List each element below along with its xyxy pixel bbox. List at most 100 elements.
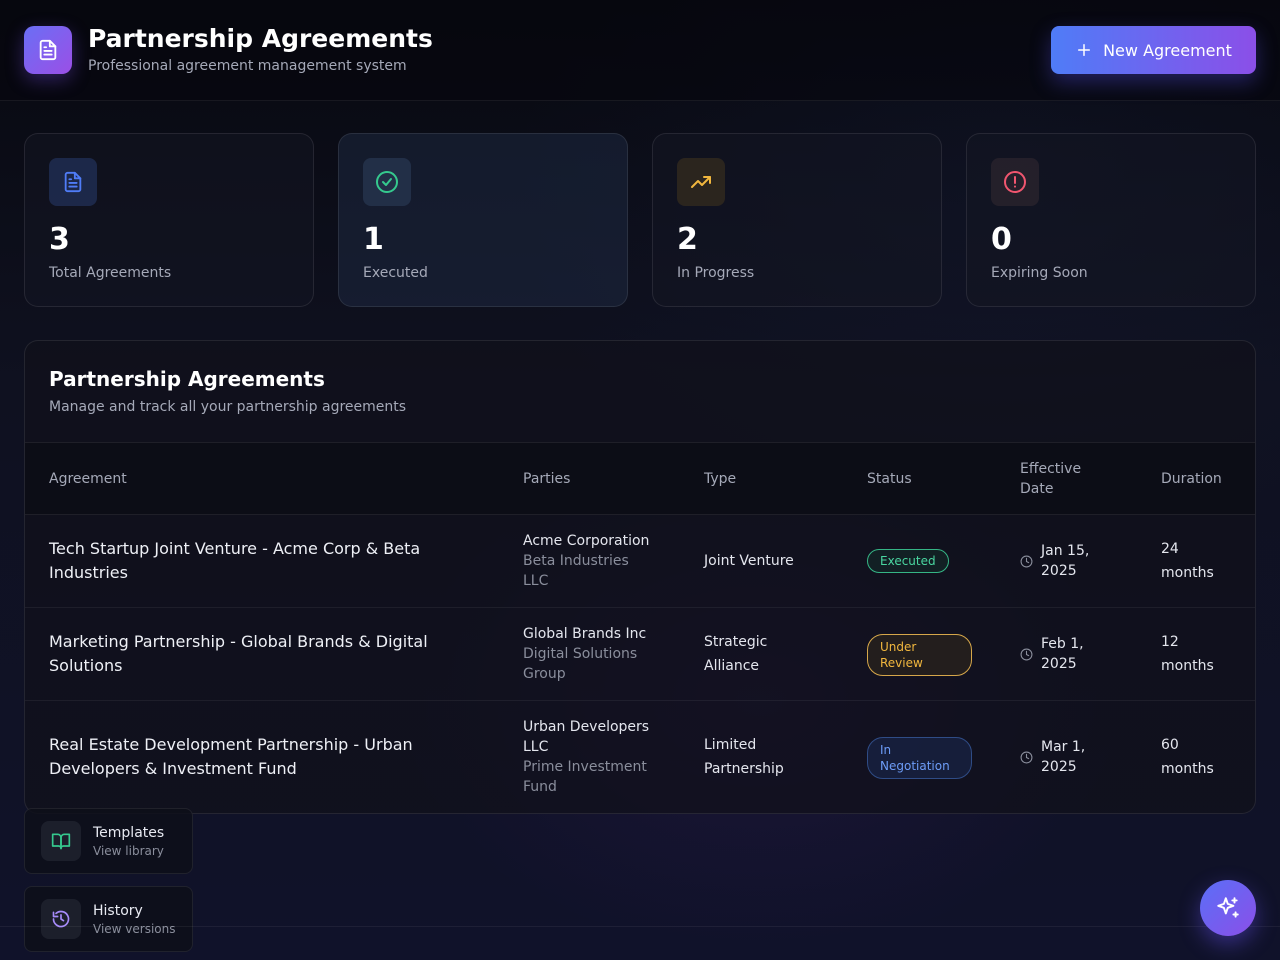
stat-icon-box (363, 158, 411, 206)
ai-assistant-button[interactable] (1200, 880, 1256, 936)
alert-circle-icon (1004, 171, 1026, 193)
party-primary: Global Brands Inc (523, 626, 647, 642)
agreement-name-line: Real Estate Development Partnership - Ur… (49, 735, 413, 754)
stat-label: Expiring Soon (991, 265, 1088, 281)
party-secondary: Prime Investment (523, 759, 647, 775)
column-header-agreement[interactable]: Agreement (49, 469, 127, 489)
table-header: Agreement Parties Type Status Effective … (25, 442, 1255, 515)
duration-line: 24 (1161, 541, 1179, 557)
qa-subtitle: View versions (93, 922, 176, 936)
party-secondary: Beta Industries (523, 553, 629, 569)
qa-title: History (93, 903, 143, 919)
agreement-name-line: Solutions (49, 656, 123, 675)
date-line: 2025 (1041, 656, 1077, 672)
clock-icon (1020, 751, 1033, 764)
effective-date: Mar 1, 2025 (1041, 737, 1085, 777)
stat-card-total[interactable]: 3 Total Agreements (24, 133, 314, 307)
history-quick-action[interactable]: History View versions (24, 886, 193, 952)
stat-icon-box (49, 158, 97, 206)
stat-label: Total Agreements (49, 265, 172, 281)
type-cell: Limited Partnership (704, 733, 784, 781)
qa-title: Templates (93, 825, 165, 841)
party-secondary: Digital Solutions (523, 646, 638, 662)
qa-icon-box (41, 899, 81, 939)
agreement-name-line: Developers & Investment Fund (49, 759, 297, 778)
column-header-type[interactable]: Type (704, 469, 736, 489)
new-agreement-label: New Agreement (1103, 40, 1232, 60)
app-header: Partnership Agreements Professional agre… (0, 0, 1280, 101)
clock-icon (1020, 648, 1033, 661)
stat-icon-box (991, 158, 1039, 206)
type-line: Limited (704, 737, 757, 753)
status-badge: In Negotiation (867, 737, 972, 779)
table-row[interactable]: Tech Startup Joint Venture - Acme Corp &… (25, 515, 1255, 608)
type-line: Partnership (704, 761, 784, 777)
document-icon (39, 39, 57, 61)
stat-value: 0 (991, 222, 1012, 257)
parties-cell: Global Brands Inc Digital Solutions Grou… (523, 624, 646, 684)
column-header-effective-line: Effective (1020, 461, 1082, 477)
agreement-name-line: Marketing Partnership - Global Brands & … (49, 632, 428, 651)
date-line: 2025 (1041, 563, 1077, 579)
status-line: Negotiation (880, 759, 950, 773)
column-header-date-line: Date (1020, 481, 1054, 497)
duration-cell: 24 months (1161, 537, 1214, 585)
type-cell: Strategic Alliance (704, 630, 767, 678)
table-row[interactable]: Marketing Partnership - Global Brands & … (25, 608, 1255, 701)
party-primary: Urban Developers (523, 719, 650, 735)
qa-icon-box (41, 821, 81, 861)
column-header-parties[interactable]: Parties (523, 469, 570, 489)
document-icon (64, 171, 82, 193)
agreements-table-card: Partnership Agreements Manage and track … (24, 340, 1256, 814)
parties-cell: Acme Corporation Beta Industries LLC (523, 531, 649, 591)
party-secondary: LLC (523, 573, 549, 589)
column-header-effective-date[interactable]: Effective Date (1020, 459, 1081, 499)
party-secondary: Fund (523, 779, 557, 795)
table-row[interactable]: Real Estate Development Partnership - Ur… (25, 701, 1255, 813)
agreement-name[interactable]: Marketing Partnership - Global Brands & … (49, 630, 469, 678)
agreement-name[interactable]: Real Estate Development Partnership - Ur… (49, 733, 469, 781)
type-line: Strategic (704, 634, 768, 650)
duration-line: months (1161, 761, 1214, 777)
footer-divider (0, 926, 1280, 927)
stat-card-expiring[interactable]: 0 Expiring Soon (966, 133, 1256, 307)
sparkles-icon (1217, 897, 1239, 918)
duration-line: months (1161, 565, 1214, 581)
page-subtitle: Professional agreement management system (88, 58, 407, 74)
duration-cell: 60 months (1161, 733, 1214, 781)
page-title: Partnership Agreements (88, 24, 433, 53)
templates-quick-action[interactable]: Templates View library (24, 808, 193, 874)
duration-line: 60 (1161, 737, 1179, 753)
party-primary: LLC (523, 739, 549, 755)
check-circle-icon (376, 171, 398, 193)
new-agreement-button[interactable]: New Agreement (1051, 26, 1256, 74)
party-secondary: Group (523, 666, 566, 682)
stat-label: In Progress (677, 265, 755, 281)
app-logo (24, 26, 72, 74)
agreement-name-line: Industries (49, 563, 128, 582)
table-subtitle: Manage and track all your partnership ag… (49, 399, 407, 415)
agreement-name[interactable]: Tech Startup Joint Venture - Acme Corp &… (49, 537, 469, 585)
status-badge: Under Review (867, 634, 972, 676)
book-open-icon (51, 833, 71, 850)
agreement-name-line: Tech Startup Joint Venture - Acme Corp &… (49, 539, 421, 558)
type-line: Alliance (704, 658, 760, 674)
stat-label: Executed (363, 265, 428, 281)
effective-date: Jan 15, 2025 (1041, 541, 1089, 581)
date-line: Feb 1, (1041, 636, 1084, 652)
effective-date: Feb 1, 2025 (1041, 634, 1084, 674)
stat-card-executed[interactable]: 1 Executed (338, 133, 628, 307)
stat-value: 1 (363, 222, 384, 257)
trending-up-icon (691, 176, 711, 188)
column-header-duration[interactable]: Duration (1161, 469, 1222, 489)
status-line: Review (880, 656, 923, 670)
parties-cell: Urban Developers LLC Prime Investment Fu… (523, 717, 649, 797)
date-line: Jan 15, (1041, 543, 1090, 559)
stat-card-in-progress[interactable]: 2 In Progress (652, 133, 942, 307)
duration-cell: 12 months (1161, 630, 1214, 678)
date-line: 2025 (1041, 759, 1077, 775)
column-header-status[interactable]: Status (867, 469, 912, 489)
duration-line: 12 (1161, 634, 1179, 650)
clock-icon (1020, 555, 1033, 568)
duration-line: months (1161, 658, 1214, 674)
